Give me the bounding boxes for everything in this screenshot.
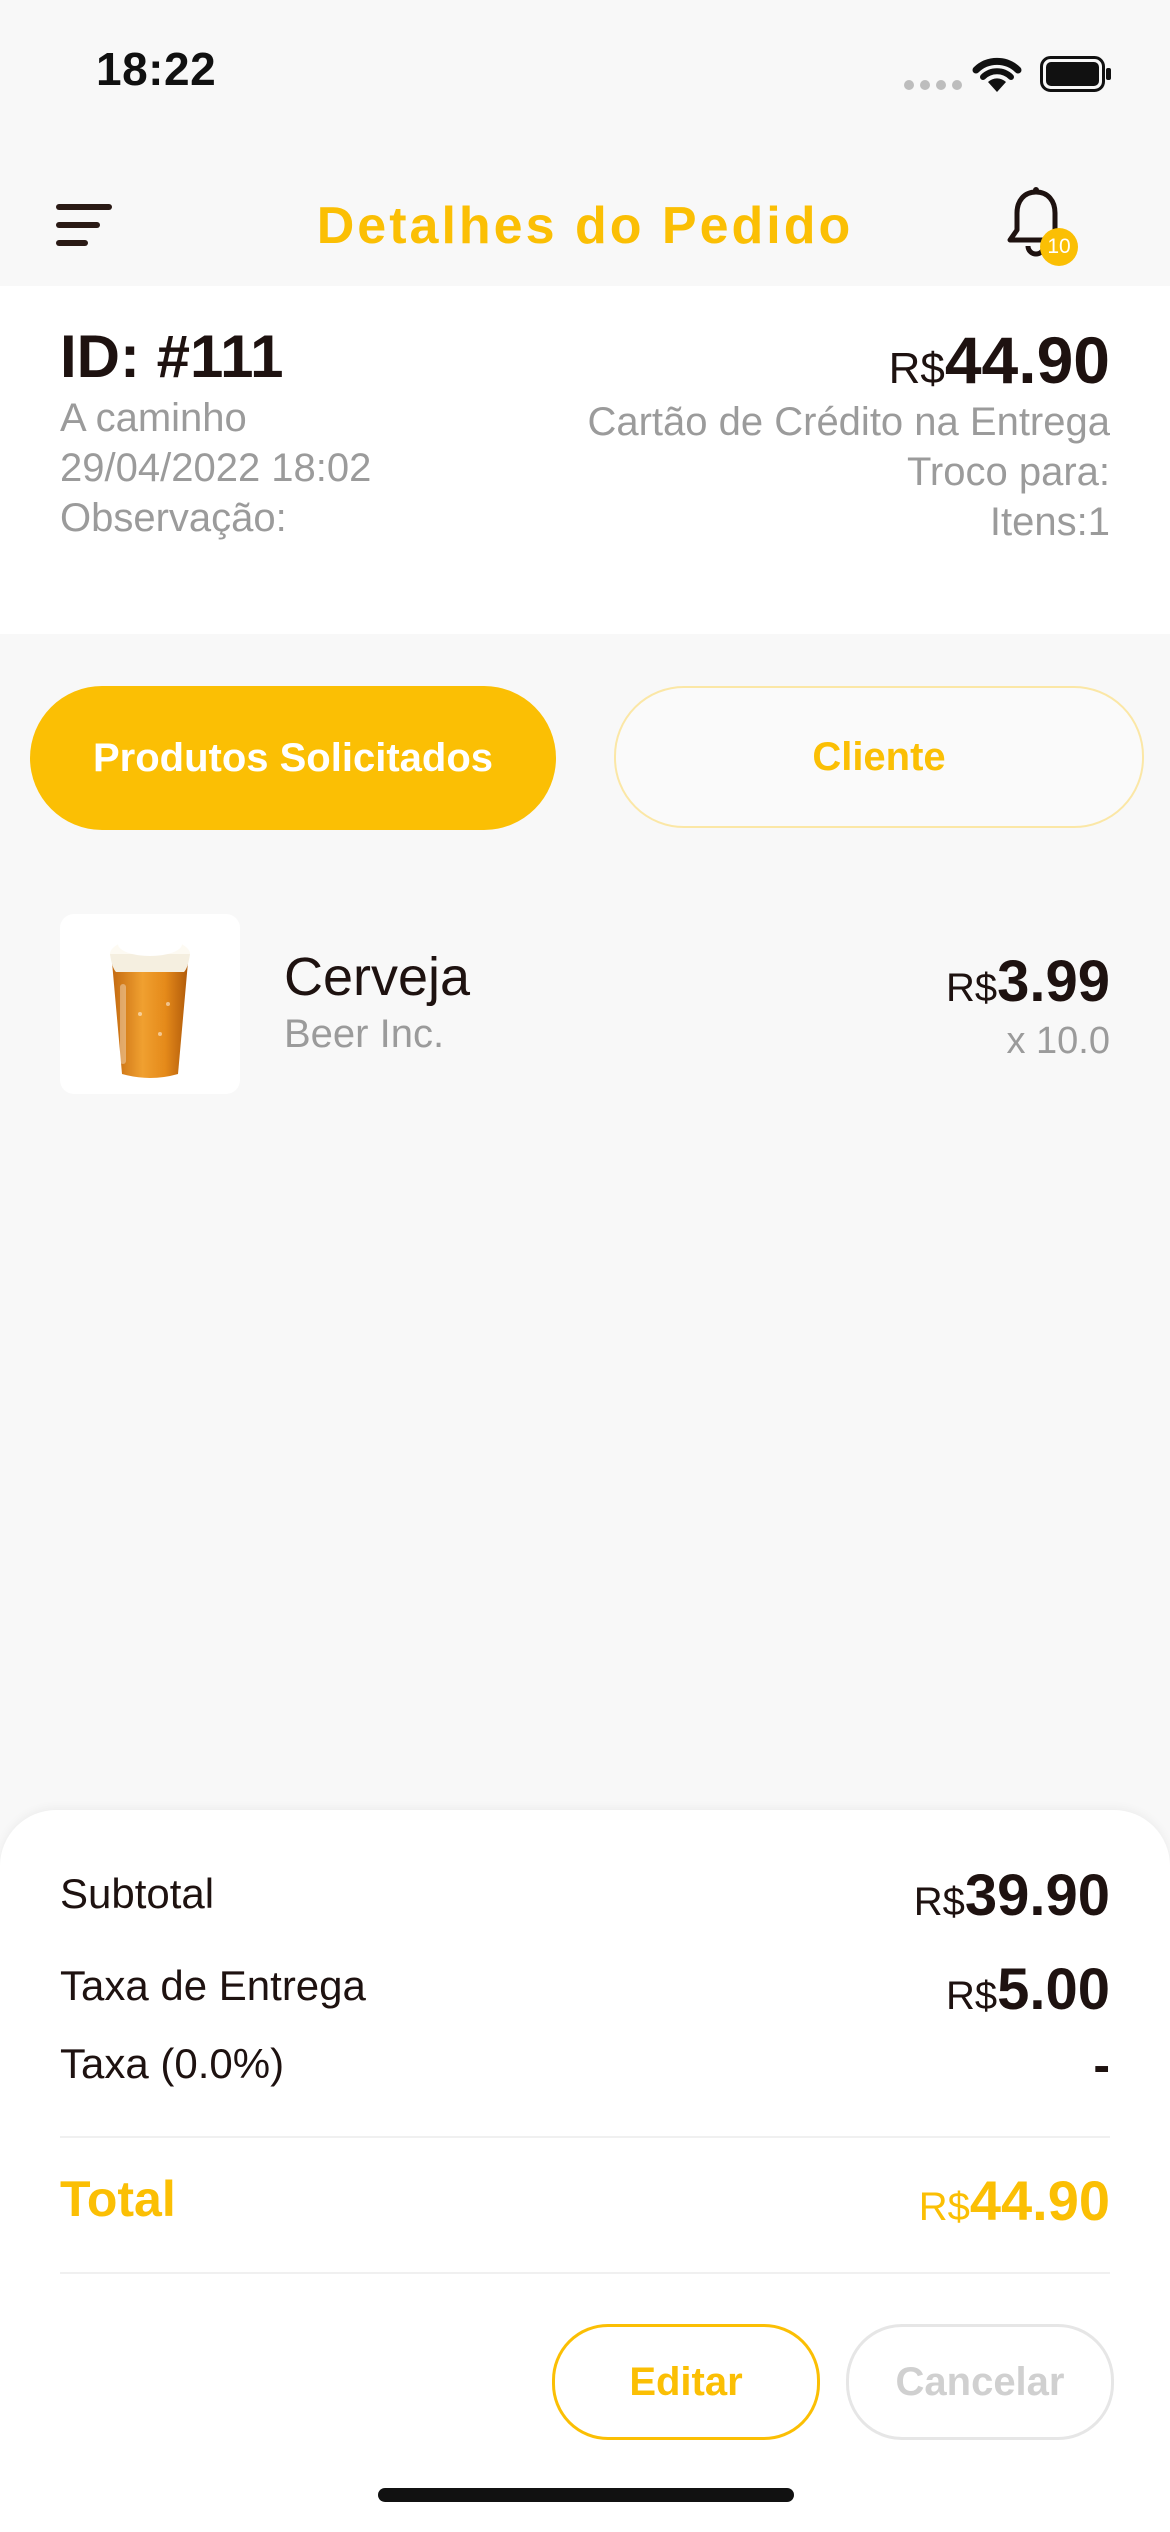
tax-value: - [1093, 2037, 1110, 2093]
product-price-value: 3.99 [997, 949, 1110, 1014]
tab-produtos-solicitados[interactable]: Produtos Solicitados [30, 686, 556, 830]
tab-cliente[interactable]: Cliente [614, 686, 1144, 828]
order-status: A caminho [60, 396, 247, 440]
divider [60, 2272, 1110, 2274]
order-total-currency: R$ [888, 344, 945, 393]
subtotal-label: Subtotal [60, 1870, 215, 1917]
cellular-signal-icon [904, 80, 962, 90]
product-image [60, 914, 240, 1094]
product-price: R$3.99 [946, 948, 1110, 1015]
items-count: Itens:1 [989, 500, 1110, 544]
edit-button[interactable]: Editar [552, 2324, 820, 2440]
order-total-amount: 44.90 [944, 323, 1110, 397]
change-label: Troco para: [906, 450, 1110, 494]
cancel-button[interactable]: Cancelar [846, 2324, 1114, 2440]
delivery-fee-value: R$5.00 [946, 1956, 1110, 2023]
page-title: Detalhes do Pedido [316, 197, 854, 255]
home-indicator [378, 2488, 794, 2502]
subtotal-amount: 39.90 [964, 1863, 1110, 1928]
product-quantity: x 10.0 [1006, 1020, 1110, 1062]
order-datetime: 29/04/2022 18:02 [60, 446, 372, 490]
subtotal-value: R$39.90 [914, 1862, 1110, 1929]
total-value: R$44.90 [919, 2168, 1110, 2233]
status-time: 18:22 [96, 43, 217, 95]
total-label: Total [60, 2171, 176, 2227]
battery-icon [1040, 56, 1111, 92]
total-amount: 44.90 [969, 2169, 1110, 2232]
subtotal-currency: R$ [913, 1880, 965, 1924]
delivery-fee-label: Taxa de Entrega [60, 1962, 366, 2009]
product-name: Cerveja [284, 947, 471, 1007]
delivery-fee-currency: R$ [945, 1974, 998, 2018]
delivery-fee-amount: 5.00 [997, 1957, 1110, 2022]
order-total: R$44.90 [889, 322, 1110, 398]
order-note-label: Observação: [60, 496, 287, 540]
product-price-currency: R$ [945, 966, 998, 1010]
beer-glass-icon [110, 932, 190, 1078]
tax-label: Taxa (0.0%) [60, 2040, 285, 2087]
notification-badge: 10 [1040, 228, 1078, 266]
order-id: ID: #111 [60, 323, 284, 390]
divider [60, 2136, 1110, 2138]
total-currency: R$ [918, 2185, 970, 2229]
product-brand: Beer Inc. [284, 1012, 445, 1056]
payment-method: Cartão de Crédito na Entrega [587, 400, 1110, 444]
wifi-icon [972, 57, 1022, 92]
